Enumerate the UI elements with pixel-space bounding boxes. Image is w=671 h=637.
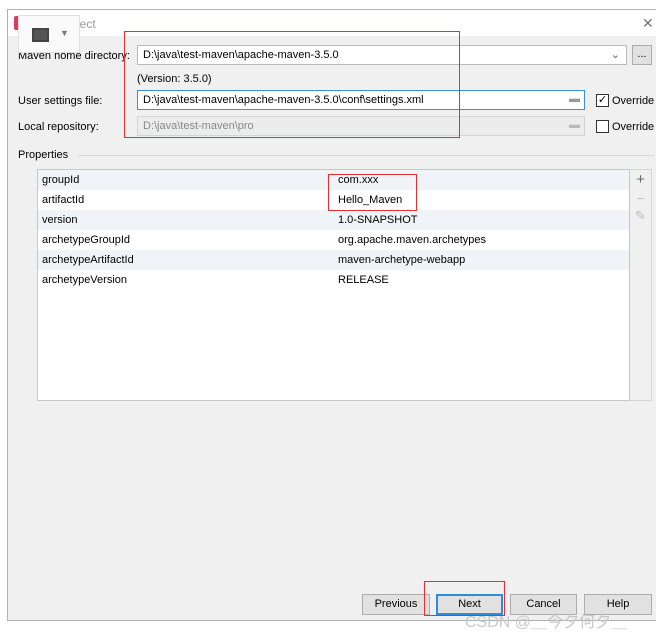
chevron-down-icon: ⌄ [610,49,620,61]
watermark: CSDN @＿今夕何夕＿ [465,614,628,631]
folder-icon[interactable]: ▬ [569,93,580,105]
caret-down-icon: ▼ [60,28,69,38]
property-key: archetypeVersion [42,274,127,286]
highlight-box-settings [124,31,460,138]
property-key: version [42,214,78,226]
property-key: archetypeArtifactId [42,254,134,266]
highlight-box-artifact [328,174,417,211]
folder-icon[interactable]: ▬ [569,119,580,131]
property-value[interactable]: RELEASE [334,270,629,290]
add-icon[interactable]: + [630,171,651,188]
image-popup: ▼ [18,15,80,53]
table-row[interactable]: archetypeVersion RELEASE [38,270,629,290]
previous-button[interactable]: Previous [362,594,430,615]
local-repo-label: Local repository: [18,121,99,133]
table-row[interactable]: archetypeGroupId org.apache.maven.archety… [38,230,629,250]
property-value[interactable]: 1.0-SNAPSHOT [334,210,629,230]
property-key: groupId [42,174,80,186]
separator [78,155,654,156]
table-row[interactable]: archetypeArtifactId maven-archetype-webap… [38,250,629,270]
image-icon [32,28,49,42]
edit-icon[interactable]: ✎ [630,208,651,224]
browse-maven-home-button[interactable]: ... [632,45,652,65]
property-key: artifactId [42,194,85,206]
override-repo-label: Override [612,121,655,133]
property-value[interactable]: org.apache.maven.archetypes [334,230,629,250]
properties-toolbar: + − ✎ [629,169,652,401]
override-settings-label: Override [612,95,655,107]
user-settings-label: User settings file: [18,95,103,107]
properties-label: Properties [18,149,69,161]
remove-icon[interactable]: − [630,191,651,206]
property-value[interactable]: maven-archetype-webapp [334,250,629,270]
override-repo-checkbox[interactable] [596,120,609,133]
table-row[interactable]: version 1.0-SNAPSHOT [38,210,629,230]
close-icon[interactable]: ✕ [642,15,654,32]
property-key: archetypeGroupId [42,234,131,246]
override-settings-checkbox[interactable]: ✓ [596,94,609,107]
